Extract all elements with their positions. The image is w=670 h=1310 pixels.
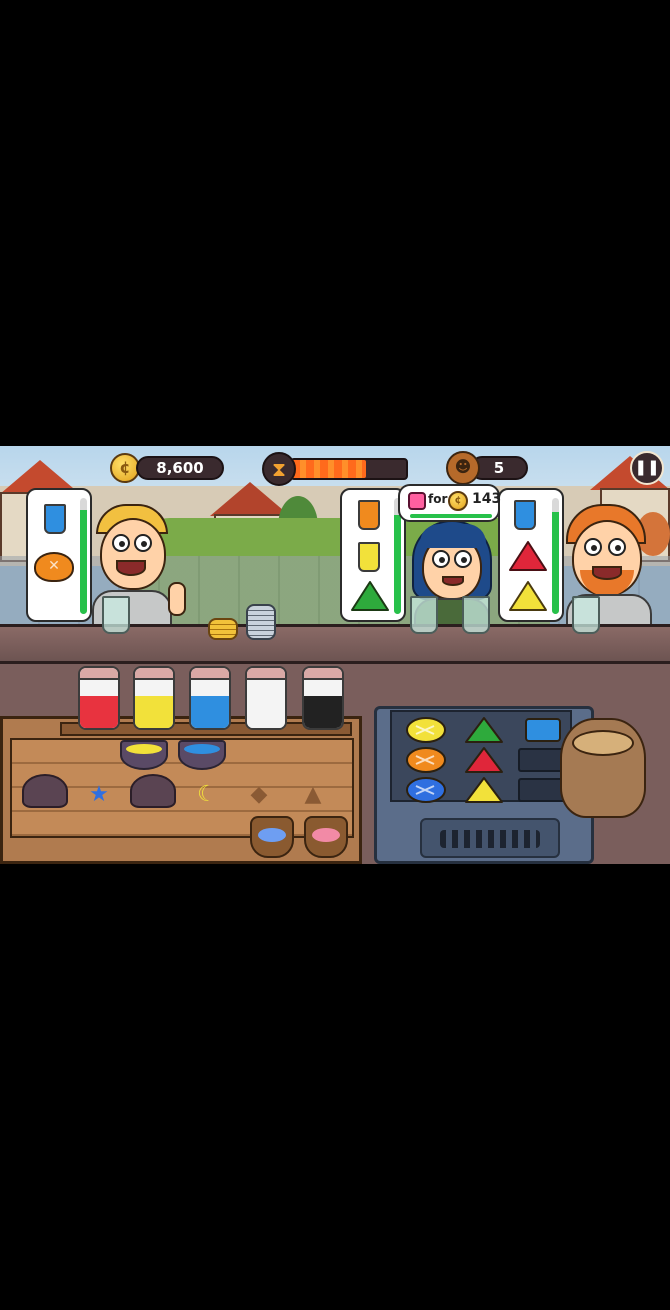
drink-order-yellow	[358, 542, 380, 572]
counter	[0, 624, 670, 664]
jar-red[interactable]	[78, 666, 120, 730]
bun-order-yellow-triangle	[508, 580, 548, 616]
pink-sugar-basket[interactable]	[304, 816, 348, 858]
empty-glass[interactable]	[572, 596, 600, 634]
order-card-3	[498, 488, 564, 622]
oven-bun-round[interactable]	[398, 746, 454, 774]
customer-icon: ☻	[446, 451, 480, 485]
empty-glass[interactable]	[102, 596, 130, 634]
bowl-blue[interactable]	[178, 740, 226, 770]
pause-button[interactable]: ❚❚	[630, 451, 664, 485]
dough-mold[interactable]	[22, 774, 68, 808]
gem-offer-bubble[interactable]: for ¢ 143	[398, 484, 502, 522]
silver-coin-tip[interactable]	[246, 604, 276, 640]
bun-order-green-triangle	[350, 580, 390, 616]
bun-order-red-triangle	[508, 540, 548, 576]
moon-stamp-icon[interactable]: ☾	[192, 782, 222, 807]
gold-coin-tip[interactable]	[208, 618, 238, 640]
star-stamp-icon[interactable]: ★	[84, 782, 114, 807]
pause-icon: ❚❚	[634, 458, 660, 476]
oven-bun-round[interactable]	[398, 776, 454, 804]
oven-bun-square[interactable]	[514, 716, 570, 744]
jar-black[interactable]	[302, 666, 344, 730]
drink-order-orange	[358, 500, 380, 530]
diamond-stamp-icon[interactable]: ◆	[244, 782, 274, 807]
game-screen: ¢ 8,600 ⧗ 5 ☻ ❚❚ ✕ for ¢ 143 ★ ☾ ◆ ▲	[0, 446, 670, 864]
hourglass-icon: ⧗	[262, 452, 296, 486]
coins-counter: 8,600	[136, 456, 224, 480]
order-card-1: ✕	[26, 488, 92, 622]
oven-door	[420, 818, 560, 858]
jar-white[interactable]	[245, 666, 287, 730]
offer-price: 143	[472, 491, 502, 507]
patience-bar-3	[552, 498, 559, 614]
oven-bun-triangle[interactable]	[456, 776, 512, 804]
patience-bar-1	[80, 498, 87, 614]
coin-icon: ¢	[448, 491, 468, 511]
bun-order-orange: ✕	[34, 552, 74, 582]
jar-yellow[interactable]	[133, 666, 175, 730]
order-card-2	[340, 488, 406, 622]
empty-glass[interactable]	[410, 596, 438, 634]
empty-glass[interactable]	[462, 596, 490, 634]
flour-sack[interactable]	[560, 718, 646, 818]
drink-order-blue	[514, 500, 536, 530]
drink-order-blue	[44, 504, 66, 534]
triangle-stamp-icon[interactable]: ▲	[298, 782, 328, 807]
house-roof	[210, 482, 290, 516]
timer-fill	[292, 460, 367, 478]
gem-icon	[408, 492, 426, 510]
offer-for-label: for	[428, 492, 448, 506]
oven-tray	[390, 710, 572, 804]
oven-bun-triangle[interactable]	[456, 716, 512, 744]
timer-bar	[290, 458, 408, 480]
oven-bun-round[interactable]	[398, 716, 454, 744]
offer-timer-bar	[410, 514, 492, 518]
blue-sugar-basket[interactable]	[250, 816, 294, 858]
dough-mold[interactable]	[130, 774, 176, 808]
bowl-yellow[interactable]	[120, 740, 168, 770]
oven-bun-triangle[interactable]	[456, 746, 512, 774]
jar-blue[interactable]	[189, 666, 231, 730]
